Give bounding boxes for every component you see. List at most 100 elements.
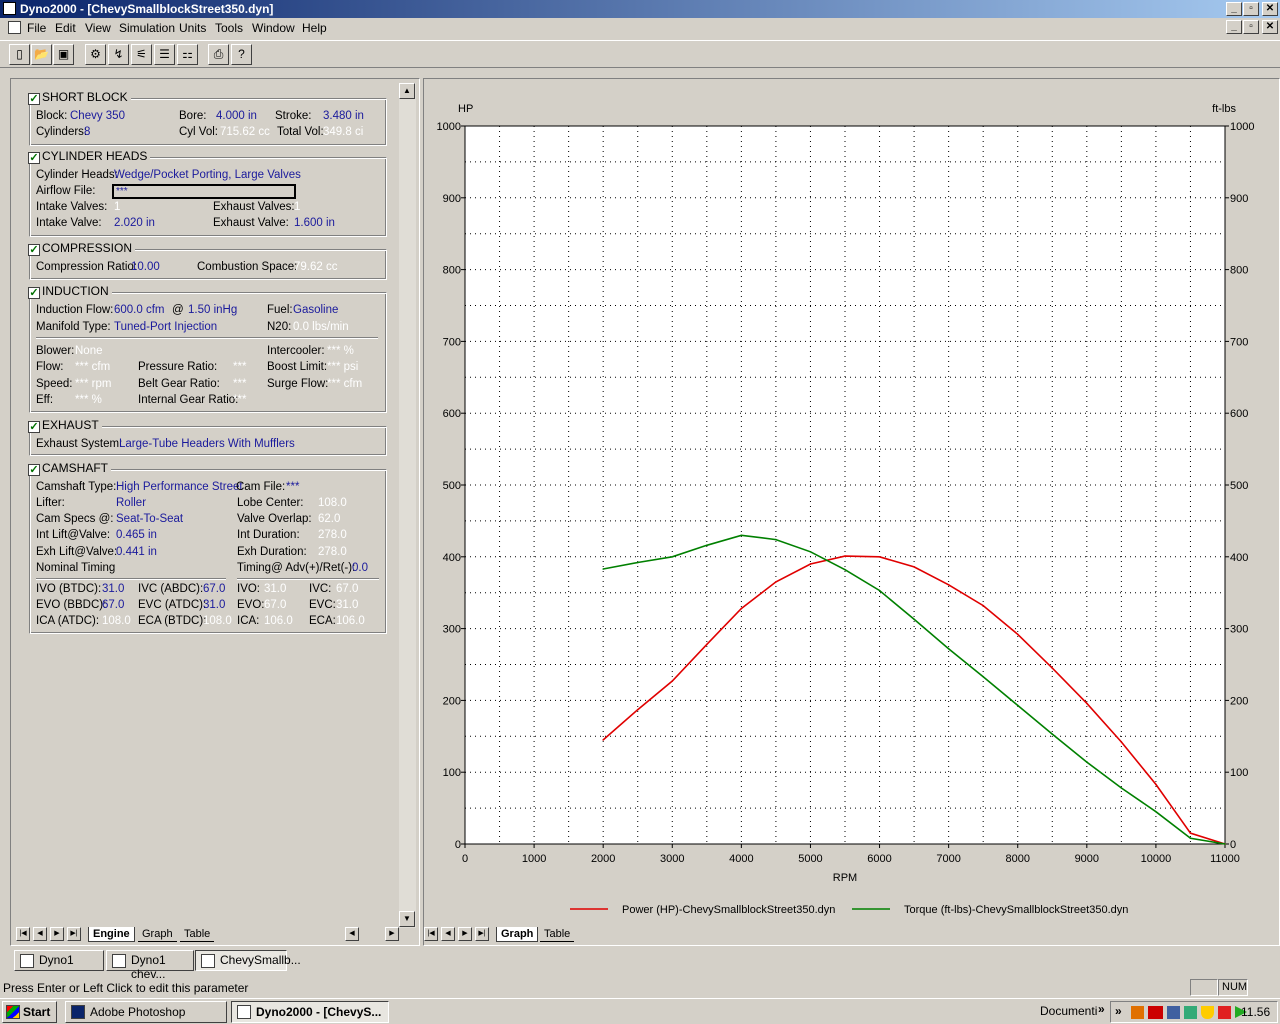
open-folder-icon[interactable]: 📂 bbox=[31, 44, 52, 65]
stroke-value[interactable]: 3.480 in bbox=[323, 110, 364, 122]
check-icon[interactable]: ✓ bbox=[28, 421, 40, 433]
bore-value[interactable]: 4.000 in bbox=[216, 110, 257, 122]
exhaust-valve-value[interactable]: 1.600 in bbox=[294, 217, 335, 229]
mdi-dyno1[interactable]: Dyno1 bbox=[14, 950, 104, 971]
ivc-abdc-value[interactable]: 67.0 bbox=[203, 583, 225, 595]
menu-tools[interactable]: Tools bbox=[215, 21, 243, 35]
lifter-value[interactable]: Roller bbox=[116, 497, 146, 509]
mdi-close-button[interactable]: ✕ bbox=[1262, 20, 1278, 34]
start-button[interactable]: Start bbox=[2, 1001, 57, 1023]
save-icon[interactable]: ▣ bbox=[53, 44, 74, 65]
tray-shield-icon[interactable] bbox=[1201, 1006, 1214, 1019]
exhaust-system-value[interactable]: Large-Tube Headers With Mufflers bbox=[119, 438, 295, 450]
clock[interactable]: 11.56 bbox=[1241, 1005, 1270, 1019]
compression-ratio-value[interactable]: 10.00 bbox=[131, 261, 160, 273]
check-icon[interactable]: ✓ bbox=[28, 464, 40, 476]
scroll-down-icon[interactable]: ▼ bbox=[399, 911, 415, 927]
prev-tab-icon[interactable]: ◀ bbox=[441, 927, 455, 941]
last-tab-icon[interactable]: ▶| bbox=[475, 927, 489, 941]
data-point-power bbox=[636, 708, 639, 711]
menu-view[interactable]: View bbox=[85, 21, 111, 35]
exhaust-header[interactable]: ✓ EXHAUST bbox=[28, 418, 102, 433]
cam-icon[interactable]: ⚟ bbox=[131, 44, 152, 65]
tab-table[interactable]: Table bbox=[180, 927, 215, 942]
induction-header[interactable]: ✓ INDUCTION bbox=[28, 284, 112, 299]
cylinder-icon[interactable]: ☰ bbox=[154, 44, 175, 65]
toolbar-chevron-icon[interactable]: » bbox=[1098, 1002, 1105, 1016]
vertical-scrollbar[interactable]: ▲ ▼ bbox=[399, 83, 416, 928]
cylinders-value[interactable]: 8 bbox=[84, 126, 90, 138]
task-photoshop[interactable]: Adobe Photoshop bbox=[65, 1001, 227, 1023]
manifold-type-value[interactable]: Tuned-Port Injection bbox=[114, 321, 217, 333]
evc-atdc-value[interactable]: 31.0 bbox=[203, 599, 225, 611]
mdi-dyno1-chev[interactable]: Dyno1 chev... bbox=[106, 950, 194, 981]
mdi-minimize-button[interactable]: _ bbox=[1226, 20, 1242, 34]
short-block-header[interactable]: ✓ SHORT BLOCK bbox=[28, 90, 131, 105]
minimize-button[interactable]: _ bbox=[1226, 2, 1242, 16]
int-lift-value[interactable]: 0.465 in bbox=[116, 529, 157, 541]
piston-icon[interactable]: ⚏ bbox=[177, 44, 198, 65]
cam-file-value[interactable]: *** bbox=[286, 481, 299, 493]
first-tab-icon[interactable]: |◀ bbox=[424, 927, 438, 941]
new-file-icon[interactable]: ▯ bbox=[9, 44, 30, 65]
tab-table-right[interactable]: Table bbox=[540, 927, 575, 942]
app-icon[interactable] bbox=[3, 2, 16, 15]
fuel-value[interactable]: Gasoline bbox=[293, 304, 338, 316]
induction-vacuum-value[interactable]: 1.50 inHg bbox=[188, 304, 237, 316]
close-button[interactable]: ✕ bbox=[1262, 2, 1278, 16]
scroll-left-icon[interactable]: ◀ bbox=[345, 927, 359, 941]
next-tab-icon[interactable]: ▶ bbox=[458, 927, 472, 941]
intake-valve-value[interactable]: 2.020 in bbox=[114, 217, 155, 229]
tray-app-icon[interactable] bbox=[1131, 1006, 1144, 1019]
evo-bbdc-value[interactable]: 67.0 bbox=[102, 599, 124, 611]
airflow-file-input[interactable]: *** bbox=[112, 184, 296, 199]
menu-edit[interactable]: Edit bbox=[55, 21, 76, 35]
engine-icon[interactable]: ⚙ bbox=[85, 44, 106, 65]
print-icon[interactable]: ⎙ bbox=[208, 44, 229, 65]
task-dyno2000[interactable]: Dyno2000 - [ChevyS... bbox=[231, 1001, 389, 1023]
menu-units[interactable]: Units bbox=[179, 21, 206, 35]
scroll-right-icon[interactable]: ▶ bbox=[385, 927, 399, 941]
help-icon[interactable]: ? bbox=[231, 44, 252, 65]
tray-ati-icon[interactable] bbox=[1148, 1006, 1163, 1019]
tab-graph-active[interactable]: Graph bbox=[496, 927, 539, 942]
valve-icon[interactable]: ↯ bbox=[108, 44, 129, 65]
first-tab-icon[interactable]: |◀ bbox=[16, 927, 30, 941]
ivo-btdc-value[interactable]: 31.0 bbox=[102, 583, 124, 595]
menu-file[interactable]: File bbox=[27, 21, 46, 35]
tab-graph[interactable]: Graph bbox=[138, 927, 177, 942]
scroll-up-icon[interactable]: ▲ bbox=[399, 83, 415, 99]
prev-tab-icon[interactable]: ◀ bbox=[33, 927, 47, 941]
compression-header[interactable]: ✓ COMPRESSION bbox=[28, 241, 136, 256]
tray-alert-icon[interactable] bbox=[1218, 1006, 1231, 1019]
tray-expand-icon[interactable]: » bbox=[1115, 1004, 1122, 1018]
restore-button[interactable]: ▫ bbox=[1243, 2, 1259, 16]
menu-window[interactable]: Window bbox=[252, 21, 295, 35]
mdi-restore-button[interactable]: ▫ bbox=[1243, 20, 1259, 34]
check-icon[interactable]: ✓ bbox=[28, 152, 40, 164]
tray-network-icon[interactable] bbox=[1167, 1006, 1180, 1019]
camshaft-header[interactable]: ✓ CAMSHAFT bbox=[28, 461, 111, 476]
tray-volume-icon[interactable] bbox=[1184, 1006, 1197, 1019]
exh-lift-value[interactable]: 0.441 in bbox=[116, 546, 157, 558]
block-value[interactable]: Chevy 350 bbox=[70, 110, 125, 122]
cylinder-heads-header[interactable]: ✓ CYLINDER HEADS bbox=[28, 149, 151, 164]
last-tab-icon[interactable]: ▶| bbox=[67, 927, 81, 941]
induction-flow-value[interactable]: 600.0 cfm bbox=[114, 304, 165, 316]
next-tab-icon[interactable]: ▶ bbox=[50, 927, 64, 941]
cam-specs-value[interactable]: Seat-To-Seat bbox=[116, 513, 183, 525]
menu-simulation[interactable]: Simulation bbox=[119, 21, 175, 35]
check-icon[interactable]: ✓ bbox=[28, 93, 40, 105]
heads-value[interactable]: Wedge/Pocket Porting, Large Valves bbox=[114, 169, 301, 181]
boost-limit-label: Boost Limit: bbox=[267, 361, 328, 373]
menu-help[interactable]: Help bbox=[302, 21, 327, 35]
camshaft-type-value[interactable]: High Performance Street bbox=[116, 481, 243, 493]
document-icon[interactable] bbox=[8, 21, 21, 34]
dyno-chart[interactable]: 0 1000 2000 3000 4000 5000 6000 7000 8000 9000 100… bbox=[424, 79, 1278, 925]
documents-toolbar[interactable]: Documenti bbox=[1040, 1004, 1097, 1018]
tab-engine[interactable]: Engine bbox=[88, 927, 135, 942]
mdi-chevysmallblock[interactable]: ChevySmallb... bbox=[195, 950, 301, 971]
check-icon[interactable]: ✓ bbox=[28, 244, 40, 256]
check-icon[interactable]: ✓ bbox=[28, 287, 40, 299]
timing-value[interactable]: 0.0 bbox=[352, 562, 368, 574]
